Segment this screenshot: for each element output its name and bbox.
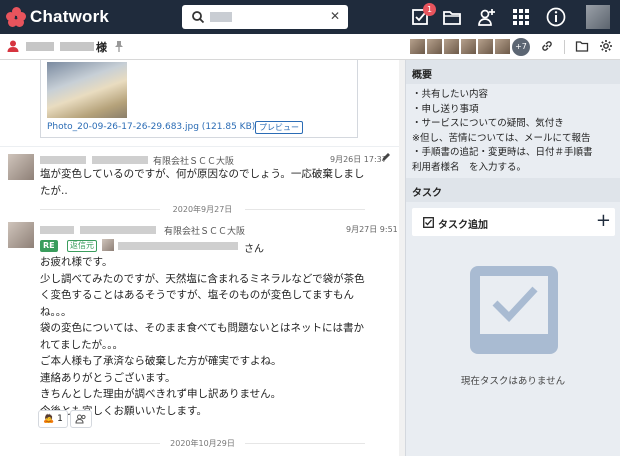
- message-time: 9月26日 17:37: [330, 155, 387, 164]
- sender-name-redacted: [40, 226, 74, 234]
- empty-task-text: 現在タスクはありません: [460, 376, 566, 387]
- empty-task-icon: [470, 266, 558, 354]
- search-input[interactable]: ✕: [182, 5, 348, 29]
- task-check-icon[interactable]: 1: [410, 3, 436, 28]
- notification-badge: 1: [423, 3, 436, 16]
- reaction-button[interactable]: 🙇 1: [38, 410, 68, 428]
- message-divider: [0, 146, 405, 147]
- divider: [564, 40, 565, 54]
- reaction-users-button[interactable]: [70, 410, 92, 428]
- sender-name-redacted-2: [80, 226, 156, 234]
- apps-grid-icon[interactable]: [510, 6, 532, 28]
- attachment-thumbnail[interactable]: [47, 62, 127, 118]
- attachment-file-name[interactable]: Photo_20-09-26-17-26-29.683.jpg (121.85 …: [47, 122, 255, 132]
- file-attachment[interactable]: Photo_20-09-26-17-26-29.683.jpg (121.85 …: [40, 60, 358, 138]
- clear-icon[interactable]: ✕: [330, 9, 340, 23]
- member-count-badge[interactable]: +7: [512, 38, 530, 56]
- room-folder-icon[interactable]: [575, 39, 589, 53]
- info-icon[interactable]: [545, 6, 567, 28]
- room-header: 様 +7: [0, 34, 620, 60]
- link-icon[interactable]: [540, 39, 554, 53]
- add-contact-icon[interactable]: [475, 6, 497, 28]
- sender-name-redacted: [40, 156, 86, 164]
- room-sidebar: 概要 ・共有したい内容 ・申し送り事項 ・サービスについての疑問、気付き ※但し…: [405, 60, 620, 456]
- reply-target-avatar: [102, 239, 114, 251]
- reply-re-badge[interactable]: RE: [40, 240, 58, 252]
- task-add-label: タスク追加: [438, 220, 488, 231]
- sender-avatar[interactable]: [8, 222, 34, 248]
- message-time: 9月27日 9:51: [346, 225, 398, 234]
- search-icon: [192, 11, 205, 24]
- pin-icon[interactable]: [114, 40, 124, 52]
- preview-button[interactable]: プレビュー: [255, 121, 303, 134]
- task-add-check-icon: [423, 217, 434, 228]
- chat-timeline[interactable]: Photo_20-09-26-17-26-29.683.jpg (121.85 …: [0, 60, 405, 456]
- date-separator: 2020年10月29日: [0, 438, 405, 449]
- reaction-users-icon: [75, 414, 86, 424]
- logo-text: Chatwork: [30, 7, 110, 26]
- chatwork-logo[interactable]: Chatwork: [6, 7, 109, 27]
- sender-company: 有限会社ＳＣＣ大阪: [164, 227, 246, 237]
- sender-name-redacted-2: [92, 156, 148, 164]
- add-task-button[interactable]: タスク追加 +: [412, 208, 615, 236]
- overview-content: ・共有したい内容 ・申し送り事項 ・サービスについての疑問、気付き ※但し、苦情…: [412, 89, 593, 173]
- room-name-redacted: [26, 42, 54, 51]
- room-name-redacted-2: [60, 42, 94, 51]
- overview-header[interactable]: 概要: [406, 60, 620, 84]
- gear-icon[interactable]: [599, 39, 613, 53]
- search-query-redacted: [210, 12, 232, 22]
- room-name-suffix: 様: [96, 41, 107, 54]
- reply-target-redacted: [118, 242, 238, 250]
- date-separator: 2020年9月27日: [0, 204, 405, 215]
- message-body: お疲れ様です。 少し調べてみたのですが、天然塩に含まれるミネラルなどで袋が茶色 …: [40, 256, 365, 417]
- reaction-emoji-icon: 🙇: [43, 414, 55, 424]
- top-bar: Chatwork ✕ 1: [0, 0, 620, 34]
- reply-source-link[interactable]: 返信元: [67, 240, 97, 252]
- group-room-icon: [7, 40, 19, 52]
- plus-icon[interactable]: +: [596, 210, 611, 231]
- reaction-count: 1: [57, 414, 63, 424]
- folder-icon[interactable]: [441, 6, 463, 28]
- edit-icon[interactable]: [381, 152, 391, 162]
- reply-target-suffix: さん: [244, 244, 264, 255]
- message-body: 塩が変色しているのですが、何が原因なのでしょう。一応破棄しまし たが..: [40, 168, 365, 197]
- logo-flower-icon: [6, 7, 26, 27]
- sender-avatar[interactable]: [8, 154, 34, 180]
- task-header[interactable]: タスク: [406, 178, 620, 202]
- user-avatar[interactable]: [586, 5, 610, 29]
